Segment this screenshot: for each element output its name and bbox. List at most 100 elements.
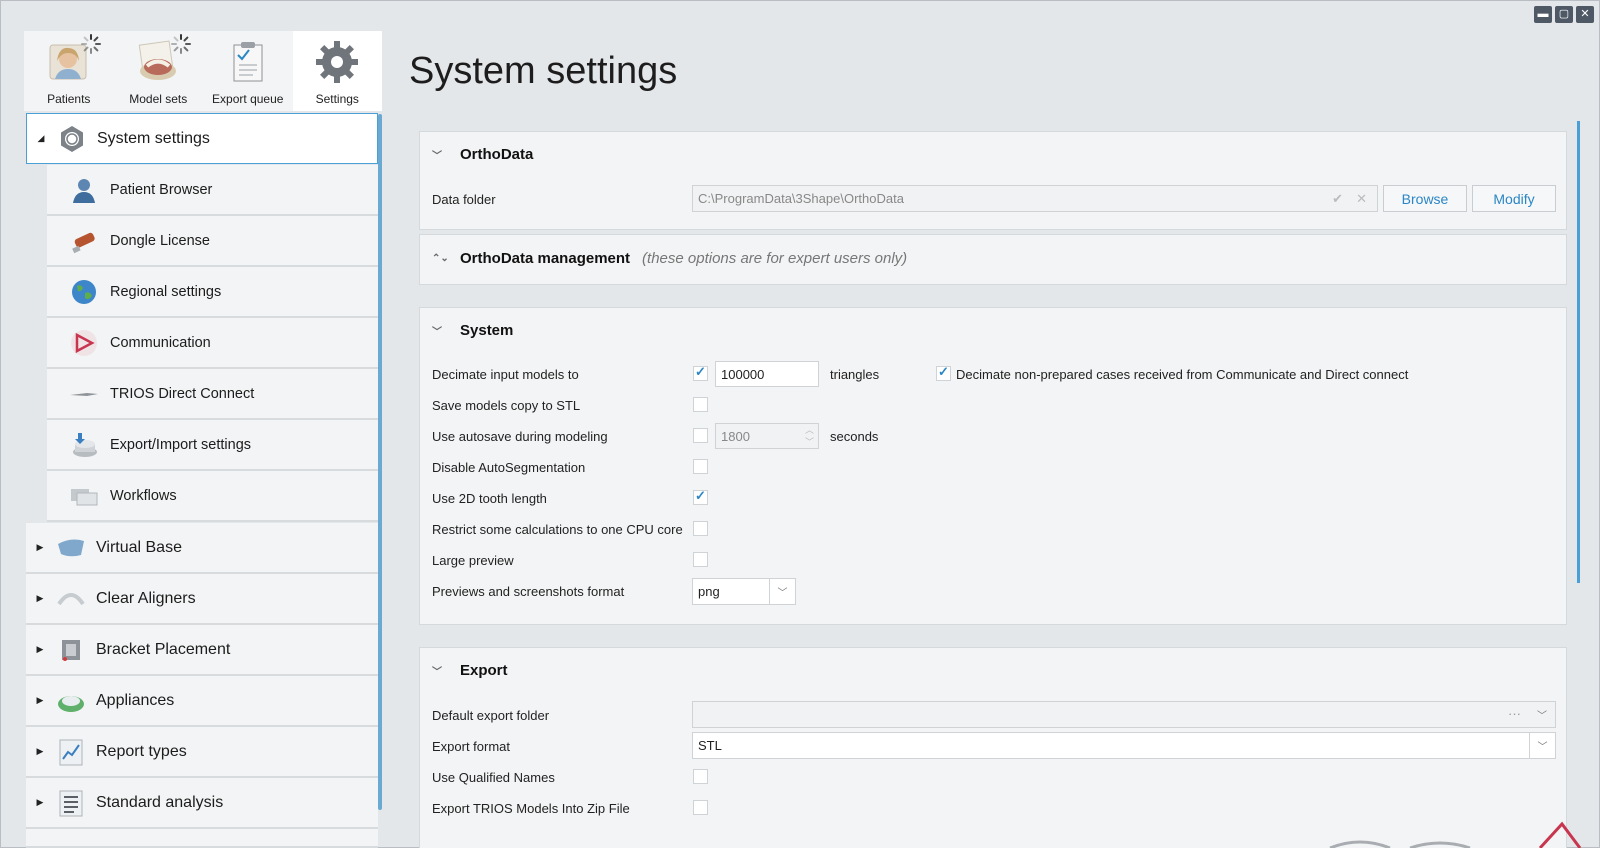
close-button[interactable]: ✕	[1576, 6, 1594, 23]
decimate-checkbox[interactable]	[693, 364, 708, 381]
chevron-down-icon[interactable]: ﹀	[1529, 733, 1555, 758]
cpu-core-label: Restrict some calculations to one CPU co…	[432, 522, 683, 537]
trios-zip-label: Export TRIOS Models Into Zip File	[432, 801, 630, 816]
brand-logo-watermark	[1329, 821, 1582, 848]
tab-label: Export queue	[212, 92, 284, 106]
autosave-checkbox[interactable]	[693, 428, 708, 443]
large-preview-label: Large preview	[432, 553, 514, 568]
sidebar-item-label: TRIOS Direct Connect	[110, 385, 255, 402]
decimate-nonprepared-checkbox[interactable]	[936, 364, 951, 381]
confirm-icon[interactable]: ✔	[1332, 191, 1343, 207]
sidebar-item-patient-browser[interactable]: Patient Browser	[47, 165, 378, 216]
browse-button[interactable]: Browse	[1383, 185, 1467, 212]
globe-icon	[72, 279, 96, 304]
gear-icon	[316, 41, 359, 83]
collapse-arrow-icon[interactable]: ◢	[31, 133, 51, 144]
expand-arrow-icon[interactable]: ▶	[30, 542, 50, 553]
tooth-length-checkbox[interactable]	[693, 488, 708, 505]
modify-button[interactable]: Modify	[1472, 185, 1556, 212]
dongle-icon	[72, 232, 95, 253]
expand-arrow-icon[interactable]: ▶	[30, 797, 50, 808]
virtual-base-icon	[58, 539, 84, 556]
sidebar-item-report-types[interactable]: ▶ Report types	[26, 727, 378, 778]
section-title: System	[460, 322, 514, 339]
expand-arrow-icon[interactable]: ▶	[30, 695, 50, 706]
data-folder-value: C:\ProgramData\3Shape\OrthoData	[698, 191, 904, 206]
tab-settings[interactable]: Settings	[292, 31, 382, 111]
autosave-value: 1800	[721, 428, 750, 444]
collapse-chevron-icon[interactable]: ﹀	[432, 323, 446, 338]
tab-label: Model sets	[129, 92, 188, 106]
tab-patients[interactable]: Patients	[24, 31, 114, 111]
sidebar-item-communication[interactable]: Communication	[47, 318, 378, 369]
decimate-input[interactable]: 100000	[715, 361, 819, 387]
aligner-icon	[57, 592, 85, 605]
screenshot-format-label: Previews and screenshots format	[432, 584, 625, 599]
save-stl-checkbox[interactable]	[693, 397, 708, 412]
export-folder-select[interactable]: ··· ﹀	[692, 701, 1556, 728]
sidebar-item-clear-aligners[interactable]: ▶ Clear Aligners	[26, 574, 378, 625]
data-folder-label: Data folder	[432, 192, 496, 207]
cpu-core-checkbox[interactable]	[693, 521, 708, 536]
sidebar-scrollbar[interactable]	[378, 114, 382, 810]
loading-spinner-icon	[81, 34, 101, 54]
ellipsis-icon[interactable]: ···	[1508, 706, 1521, 721]
sidebar-item-trios-direct-connect[interactable]: TRIOS Direct Connect	[47, 369, 378, 420]
sidebar-item-label: System settings	[97, 129, 210, 147]
maximize-button[interactable]: ▢	[1555, 6, 1573, 23]
expand-collapse-icon[interactable]: ⌃⌄	[432, 253, 449, 264]
format-value: png	[698, 584, 720, 599]
analysis-list-icon	[59, 790, 83, 816]
scanner-wand-icon	[70, 392, 98, 396]
nut-icon	[61, 125, 83, 152]
page-title: System settings	[409, 50, 678, 92]
export-header: ﹀ Export	[432, 662, 508, 679]
chevron-down-icon[interactable]: ﹀	[769, 579, 795, 604]
data-folder-field[interactable]: C:\ProgramData\3Shape\OrthoData ✔ ✕	[692, 185, 1378, 212]
expand-arrow-icon[interactable]: ▶	[30, 746, 50, 757]
tooth-length-label: Use 2D tooth length	[432, 491, 547, 506]
sidebar-item-label: Bracket Placement	[96, 640, 231, 658]
sidebar-item-workflows[interactable]: Workflows	[47, 471, 378, 522]
sidebar-item-regional-settings[interactable]: Regional settings	[47, 267, 378, 318]
sidebar-item-export-import-settings[interactable]: Export/Import settings	[47, 420, 378, 471]
qualified-names-checkbox[interactable]	[693, 769, 708, 784]
sidebar-item-virtual-base[interactable]: ▶ Virtual Base	[26, 523, 378, 574]
system-header: ﹀ System	[432, 322, 513, 339]
stepper-arrows-icon[interactable]: ︿ ﹀	[805, 424, 814, 448]
sidebar-item-standard-analysis[interactable]: ▶ Standard analysis	[26, 778, 378, 829]
clear-icon[interactable]: ✕	[1356, 191, 1367, 207]
qualified-names-label: Use Qualified Names	[432, 770, 555, 785]
collapse-chevron-icon[interactable]: ﹀	[432, 663, 446, 678]
sidebar-item-appliances[interactable]: ▶ Appliances	[26, 676, 378, 727]
minimize-button[interactable]: ▬	[1534, 6, 1552, 23]
main-scrollbar[interactable]	[1577, 121, 1580, 583]
tab-label: Patients	[47, 92, 91, 106]
autosave-stepper[interactable]: 1800 ︿ ﹀	[715, 423, 819, 449]
sidebar-item-label: Export/Import settings	[110, 436, 252, 453]
window-controls: ▬ ▢ ✕	[1534, 6, 1594, 23]
expand-arrow-icon[interactable]: ▶	[30, 644, 50, 655]
tab-model-sets[interactable]: Model sets	[114, 31, 204, 111]
large-preview-checkbox[interactable]	[693, 552, 708, 567]
appliance-icon	[58, 695, 84, 712]
chevron-down-icon[interactable]: ﹀	[1529, 702, 1555, 727]
collapse-chevron-icon[interactable]: ﹀	[432, 147, 446, 162]
screenshot-format-select[interactable]: png ﹀	[692, 578, 796, 605]
sidebar-item-label: Virtual Base	[96, 538, 182, 556]
trios-zip-checkbox[interactable]	[693, 800, 708, 815]
expand-arrow-icon[interactable]: ▶	[30, 593, 50, 604]
autosave-label: Use autosave during modeling	[432, 429, 608, 444]
sidebar-item-bracket-placement[interactable]: ▶ Bracket Placement	[26, 625, 378, 676]
orthodata-management-header: ⌃⌄ OrthoData management (these options a…	[432, 250, 907, 267]
sidebar-item-dongle-license[interactable]: Dongle License	[47, 216, 378, 267]
sidebar-item-label: Standard analysis	[96, 793, 224, 811]
sidebar-item-system-settings[interactable]: ◢ System settings	[26, 113, 378, 164]
disable-autoseg-checkbox[interactable]	[693, 459, 708, 474]
disk-export-icon	[73, 432, 97, 457]
sidebar-item-partial[interactable]	[26, 829, 378, 848]
export-format-select[interactable]: STL ﹀	[692, 732, 1556, 759]
tab-label: Settings	[315, 92, 359, 106]
tab-export-queue[interactable]: Export queue	[203, 31, 293, 111]
section-title: Export	[460, 662, 508, 679]
